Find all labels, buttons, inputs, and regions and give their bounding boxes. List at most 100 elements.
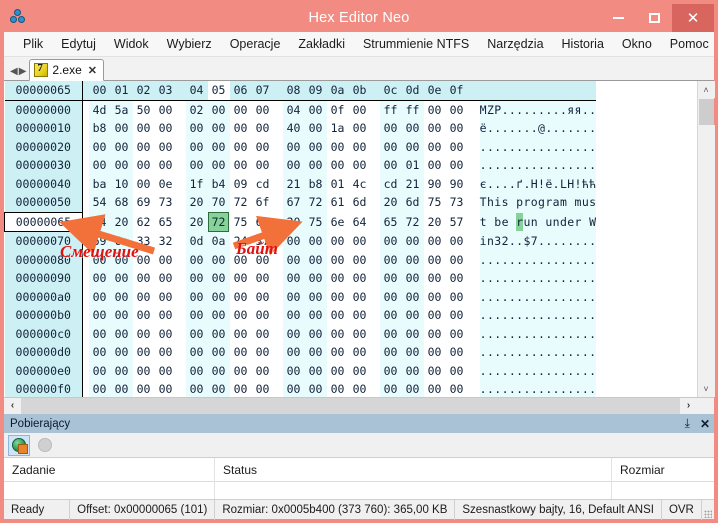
tab-prev-icon[interactable]: ◀ bbox=[10, 67, 18, 77]
hex-row[interactable]: 000000a0 00 00 00 00 00 00 00 00 00 00 00 00 00 00 00 00… bbox=[4, 287, 597, 306]
hex-byte[interactable]: 33 bbox=[132, 231, 155, 251]
hex-byte[interactable]: 00 bbox=[348, 269, 371, 288]
hex-byte[interactable]: 00 bbox=[423, 137, 446, 156]
hex-byte[interactable]: 68 bbox=[110, 193, 133, 212]
hex-byte[interactable]: 00 bbox=[379, 287, 402, 306]
hex-byte[interactable]: 75 bbox=[304, 212, 327, 232]
hex-column-header[interactable]: 09 bbox=[304, 81, 327, 101]
hex-byte[interactable]: 00 bbox=[185, 287, 208, 306]
hex-byte[interactable]: 00 bbox=[154, 380, 177, 397]
hex-byte[interactable]: 00 bbox=[185, 156, 208, 175]
hex-byte[interactable]: 00 bbox=[229, 306, 252, 325]
hex-byte[interactable]: 01 bbox=[401, 156, 424, 175]
hex-byte[interactable]: 00 bbox=[423, 306, 446, 325]
pin-icon[interactable]: ⤓ bbox=[685, 416, 690, 431]
hex-byte[interactable]: 37 bbox=[251, 231, 274, 251]
hex-byte[interactable]: 00 bbox=[185, 269, 208, 288]
hex-column-header[interactable]: 08 bbox=[282, 81, 305, 101]
hex-byte[interactable]: 00 bbox=[445, 100, 468, 119]
horizontal-scroll-track[interactable] bbox=[21, 397, 680, 414]
hex-byte[interactable]: 01 bbox=[326, 174, 349, 193]
hex-byte[interactable]: 00 bbox=[229, 156, 252, 175]
hex-byte[interactable]: 20 bbox=[185, 193, 208, 212]
hex-byte[interactable]: 57 bbox=[445, 212, 468, 232]
hex-byte[interactable]: 00 bbox=[207, 343, 230, 362]
hex-byte[interactable]: 21 bbox=[401, 174, 424, 193]
hex-byte[interactable]: 00 bbox=[304, 269, 327, 288]
menu-item-edytuj[interactable]: Edytuj bbox=[52, 34, 105, 54]
menu-item-widok[interactable]: Widok bbox=[105, 34, 158, 54]
hex-byte[interactable]: 00 bbox=[207, 137, 230, 156]
hex-byte[interactable]: 00 bbox=[379, 119, 402, 138]
hex-row[interactable]: 00000010 b8 00 00 00 00 00 00 00 40 00 1a 00 00 00 00 00… bbox=[4, 119, 597, 138]
hex-byte[interactable]: 02 bbox=[185, 100, 208, 119]
hex-byte[interactable]: 00 bbox=[282, 361, 305, 380]
hex-byte[interactable]: 00 bbox=[88, 250, 111, 269]
hex-byte[interactable]: 00 bbox=[110, 380, 133, 397]
ascii-text[interactable]: ................ bbox=[479, 250, 597, 269]
hex-byte[interactable]: 00 bbox=[207, 380, 230, 397]
hex-byte[interactable]: 00 bbox=[379, 250, 402, 269]
hex-column-header[interactable]: 02 bbox=[132, 81, 155, 101]
hex-byte[interactable]: 00 bbox=[379, 269, 402, 288]
hex-byte[interactable]: 00 bbox=[154, 361, 177, 380]
hex-byte[interactable]: 00 bbox=[229, 380, 252, 397]
hex-byte[interactable]: 00 bbox=[348, 250, 371, 269]
hex-byte[interactable]: 00 bbox=[132, 174, 155, 193]
hex-byte[interactable]: ba bbox=[88, 174, 111, 193]
hex-byte[interactable]: 00 bbox=[110, 250, 133, 269]
hex-byte[interactable]: 00 bbox=[110, 119, 133, 138]
menu-item-narzedzia[interactable]: Narzędzia bbox=[478, 34, 552, 54]
ascii-text[interactable]: t be run under W bbox=[479, 212, 597, 232]
hex-column-header[interactable]: 0d bbox=[401, 81, 424, 101]
hex-row[interactable]: 00000020 00 00 00 00 00 00 00 00 00 00 00 00 00 00 00 00… bbox=[4, 137, 597, 156]
hex-byte[interactable]: 20 bbox=[423, 212, 446, 232]
hex-byte[interactable]: 90 bbox=[445, 174, 468, 193]
hex-byte[interactable]: ff bbox=[379, 100, 402, 119]
hex-byte[interactable]: 00 bbox=[326, 343, 349, 362]
hex-view[interactable]: 00000065 00 01 02 03 04 05 06 07 08 09 0a 0b 0c 0d 0e 0f… bbox=[4, 81, 697, 397]
hex-byte[interactable]: 00 bbox=[132, 156, 155, 175]
hex-byte[interactable]: 00 bbox=[251, 119, 274, 138]
hex-byte[interactable]: 00 bbox=[154, 343, 177, 362]
ascii-text[interactable]: ................ bbox=[479, 324, 597, 343]
hex-row[interactable]: 00000065 74 20 62 65 20 72 75 6e 20 75 6e 64 65 72 20 57… bbox=[4, 211, 597, 232]
status-insert-mode[interactable]: OVR bbox=[662, 499, 702, 520]
hex-byte[interactable]: 00 bbox=[88, 361, 111, 380]
hex-byte[interactable]: 6e bbox=[110, 231, 133, 251]
hex-byte[interactable]: 00 bbox=[88, 156, 111, 175]
hex-byte[interactable]: 00 bbox=[304, 100, 327, 119]
menu-item-pomoc[interactable]: Pomoc bbox=[661, 34, 718, 54]
hex-byte[interactable]: 00 bbox=[445, 306, 468, 325]
hex-byte[interactable]: 00 bbox=[132, 119, 155, 138]
hex-byte[interactable]: 00 bbox=[423, 231, 446, 251]
hex-byte[interactable]: 00 bbox=[229, 324, 252, 343]
hex-byte[interactable]: 00 bbox=[348, 137, 371, 156]
hex-byte[interactable]: 00 bbox=[251, 287, 274, 306]
tab-close-icon[interactable]: ✕ bbox=[88, 64, 97, 77]
hex-row[interactable]: 000000c0 00 00 00 00 00 00 00 00 00 00 00 00 00 00 00 00… bbox=[4, 324, 597, 343]
hex-byte[interactable]: 00 bbox=[185, 380, 208, 397]
hex-byte[interactable]: 00 bbox=[445, 137, 468, 156]
hex-byte[interactable]: 00 bbox=[348, 361, 371, 380]
hex-byte[interactable]: 00 bbox=[445, 361, 468, 380]
hex-byte[interactable]: 00 bbox=[185, 306, 208, 325]
menu-item-wybierz[interactable]: Wybierz bbox=[158, 34, 221, 54]
tab-2-exe[interactable]: 2.exe ✕ bbox=[29, 59, 104, 81]
hex-byte[interactable]: 00 bbox=[348, 306, 371, 325]
maximize-button[interactable] bbox=[636, 4, 672, 32]
column-header-status[interactable]: Status bbox=[215, 457, 612, 482]
hex-byte[interactable]: 00 bbox=[401, 306, 424, 325]
hex-byte[interactable]: 00 bbox=[154, 119, 177, 138]
hex-byte[interactable]: 00 bbox=[110, 324, 133, 343]
horizontal-scrollbar[interactable]: ‹ › bbox=[4, 397, 714, 414]
hex-byte[interactable]: 00 bbox=[304, 250, 327, 269]
hex-byte[interactable]: 00 bbox=[88, 324, 111, 343]
hex-byte[interactable]: 00 bbox=[304, 324, 327, 343]
ascii-text[interactable]: є....ґ.H!ё.LH!ћћ bbox=[479, 174, 597, 193]
hex-byte[interactable]: 00 bbox=[154, 100, 177, 119]
hex-byte[interactable]: 72 bbox=[229, 193, 252, 212]
hex-byte[interactable]: 00 bbox=[251, 343, 274, 362]
hex-byte[interactable]: 00 bbox=[251, 156, 274, 175]
hex-byte[interactable]: 00 bbox=[423, 287, 446, 306]
